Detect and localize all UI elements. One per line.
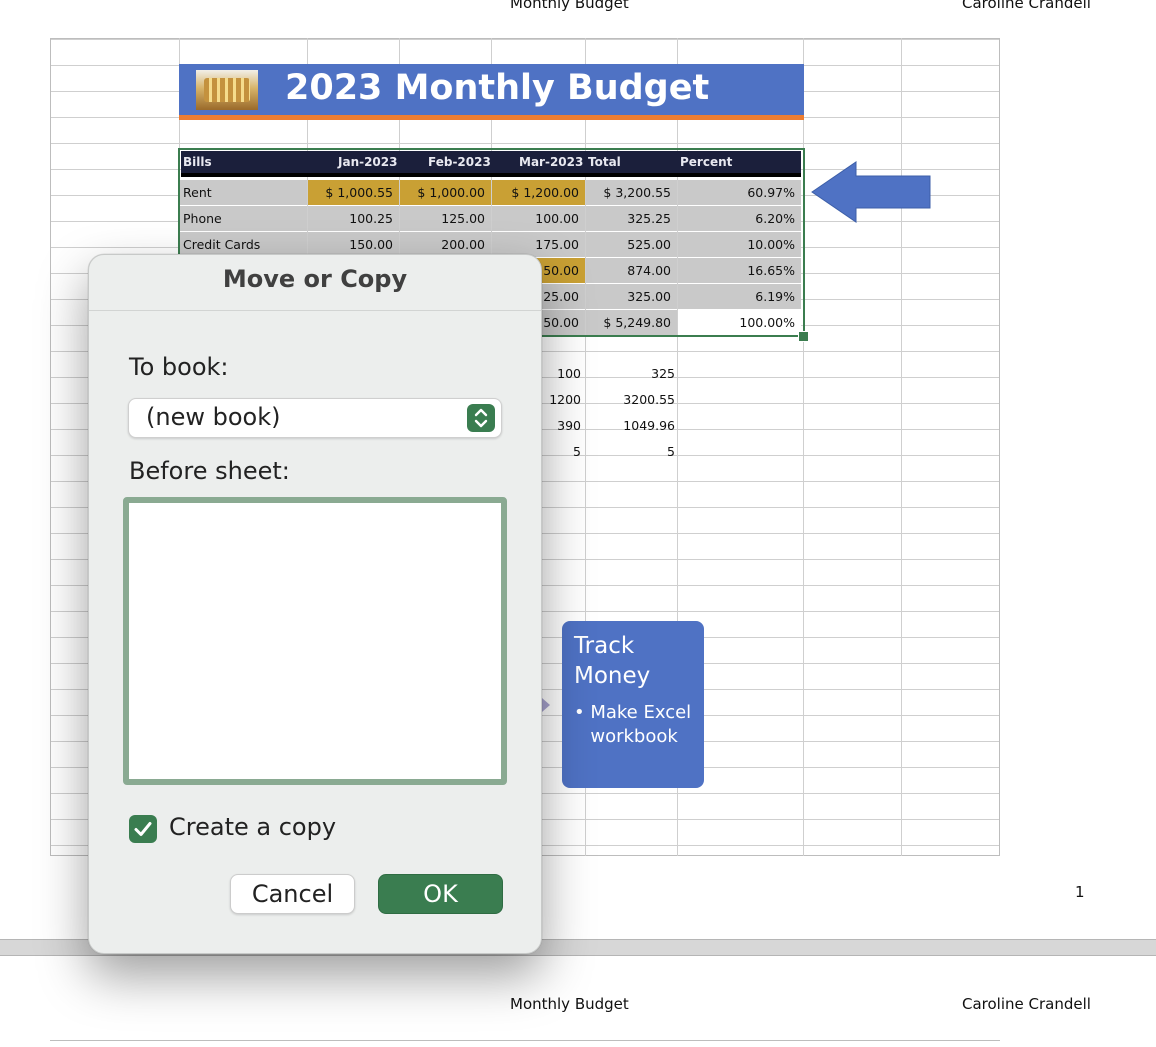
dialog-title: Move or Copy <box>222 265 408 293</box>
to-book-value: (new book) <box>146 403 281 431</box>
ok-button[interactable]: OK <box>378 874 503 914</box>
sheet-title: 2023 Monthly Budget <box>285 68 710 108</box>
to-book-label: To book: <box>129 353 229 381</box>
left-arrow-shape[interactable] <box>810 160 932 224</box>
move-or-copy-dialog: Move or Copy To book: (new book) Before … <box>88 254 542 954</box>
page-number: 1 <box>1075 883 1085 901</box>
popup-chevrons-icon[interactable] <box>467 404 495 432</box>
before-sheet-label: Before sheet: <box>129 457 290 485</box>
callout-title: Track Money <box>574 633 651 689</box>
dialog-separator <box>89 310 541 311</box>
plain-cell[interactable]: 5 <box>586 444 675 459</box>
create-copy-label[interactable]: Create a copy <box>169 813 336 841</box>
track-money-callout[interactable]: Track Money • Make Excel workbook <box>562 621 704 788</box>
plain-cell[interactable]: 3200.55 <box>586 392 675 407</box>
page-header-center: Monthly Budget <box>510 0 629 12</box>
plain-cell[interactable]: 325 <box>586 366 675 381</box>
fill-handle[interactable] <box>798 331 809 342</box>
bullet-icon: • <box>574 702 591 723</box>
before-sheet-list[interactable] <box>123 497 507 785</box>
page-header-right: Caroline Crandell <box>962 0 1091 12</box>
plain-cell[interactable]: 1049.96 <box>586 418 675 433</box>
cancel-button[interactable]: Cancel <box>230 874 355 914</box>
create-copy-checkbox[interactable] <box>129 815 157 843</box>
coins-image[interactable] <box>196 70 258 110</box>
to-book-popup[interactable]: (new book) <box>128 398 502 438</box>
next-page-header-right: Caroline Crandell <box>962 995 1091 1013</box>
callout-bullet: • Make Excel workbook <box>574 701 694 749</box>
checkmark-icon <box>134 822 152 836</box>
callout-bullet-text: Make Excel workbook <box>590 702 692 747</box>
next-page-header-center: Monthly Budget <box>510 995 629 1013</box>
